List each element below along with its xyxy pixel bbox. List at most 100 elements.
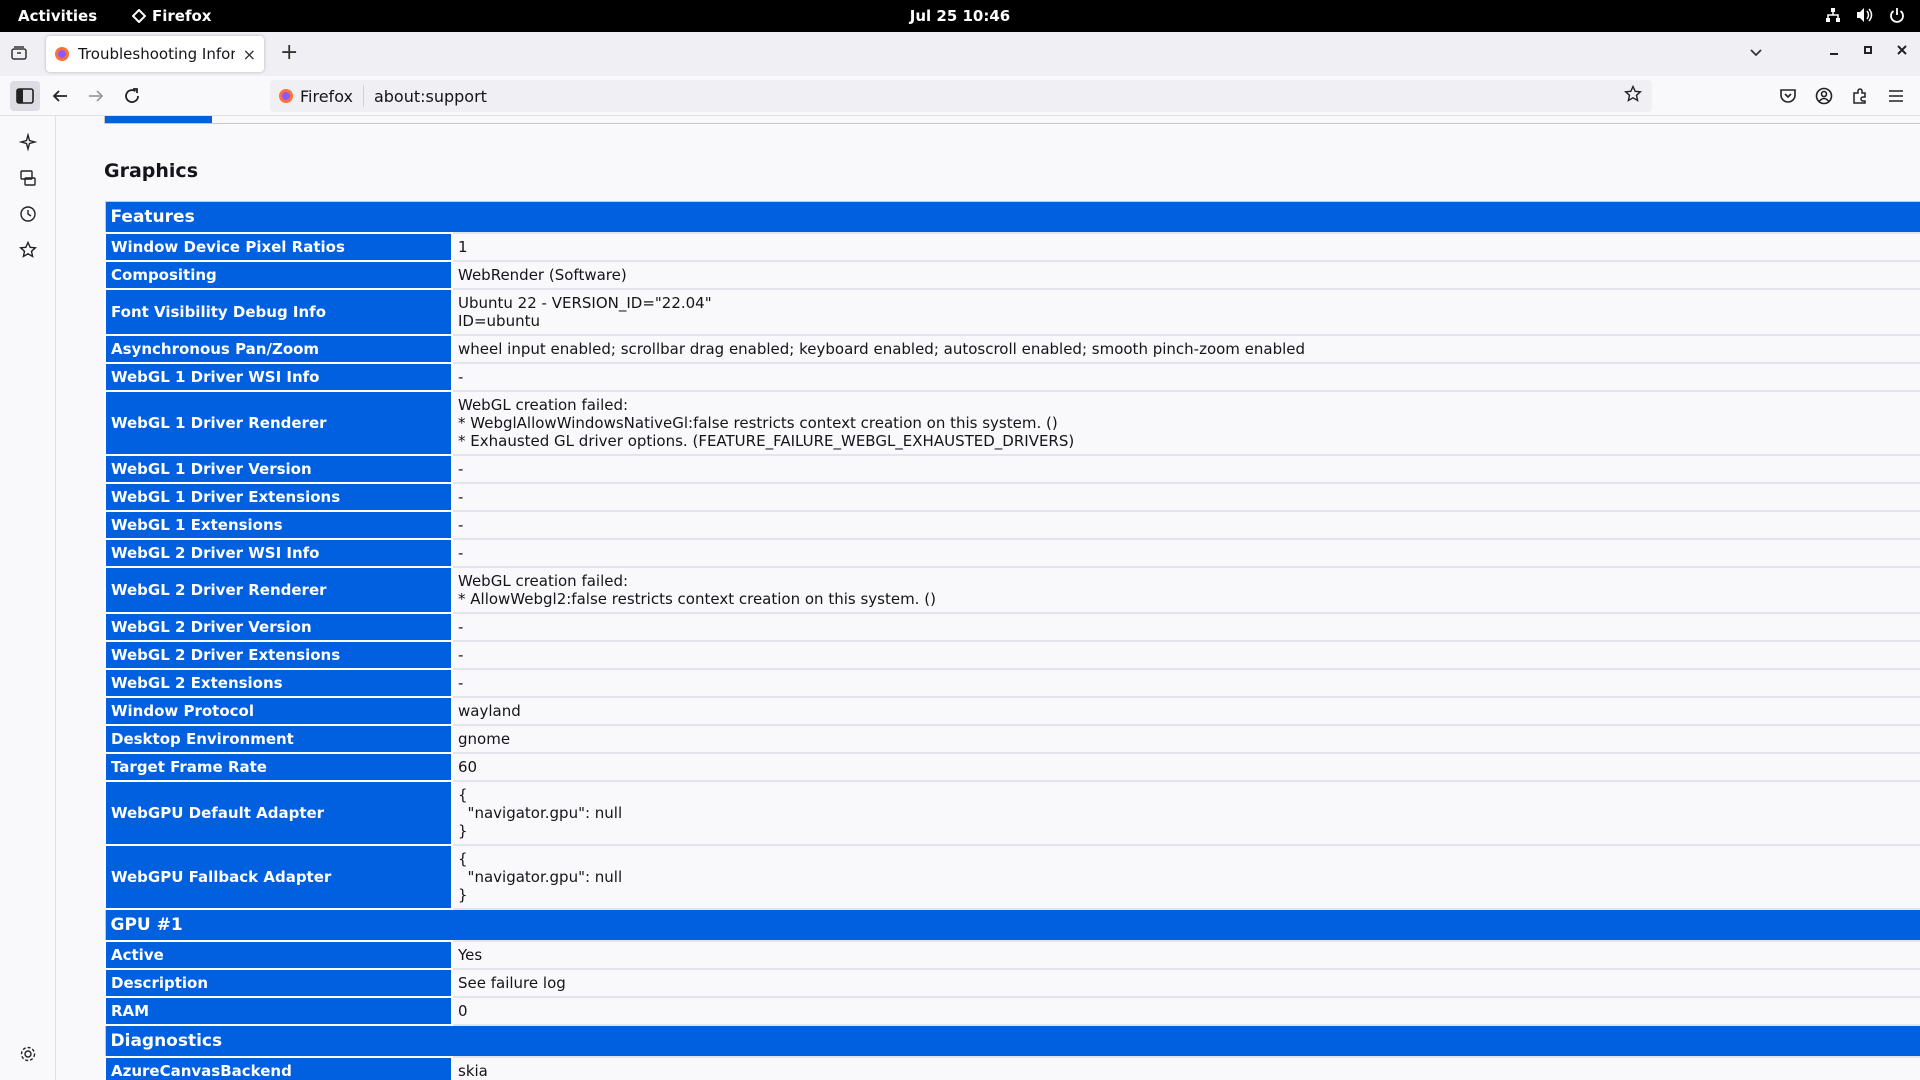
row-value: Ubuntu 22 - VERSION_ID="22.04" ID=ubuntu (451, 288, 1920, 336)
row-key: WebGL 2 Driver Extensions (104, 640, 453, 670)
row-key: Compositing (104, 260, 453, 290)
firefox-logo-icon (55, 47, 69, 61)
table-row: Window Protocol wayland (104, 696, 1920, 726)
row-value: - (451, 510, 1920, 540)
row-value: WebRender (Software) (451, 260, 1920, 290)
row-value: wheel input enabled; scrollbar drag enab… (451, 334, 1920, 364)
pocket-icon[interactable] (1776, 84, 1800, 108)
table-row: WebGL 1 Driver Extensions - (104, 482, 1920, 512)
gpu-header: GPU #1 (104, 908, 1920, 942)
row-key: Description (104, 968, 453, 998)
hamburger-menu-icon[interactable] (1884, 84, 1908, 108)
clock[interactable]: Jul 25 10:46 (910, 7, 1010, 25)
gpu-header-row: GPU #1 (104, 908, 1920, 942)
diagnostics-header: Diagnostics (104, 1024, 1920, 1058)
firefox-view-icon[interactable] (10, 44, 30, 64)
account-icon[interactable] (1812, 84, 1836, 108)
network-icon[interactable] (1824, 6, 1842, 24)
row-value: Yes (451, 940, 1920, 970)
table-row: WebGPU Default Adapter{ "navigator.gpu":… (104, 780, 1920, 846)
back-arrow-icon[interactable] (48, 84, 72, 108)
table-row: WebGL 2 Driver Renderer WebGL creation fa… (104, 566, 1920, 614)
tab-troubleshooting[interactable]: Troubleshooting Inform × (46, 36, 264, 72)
table-row: Desktop Environment gnome (104, 724, 1920, 754)
row-key: WebGL 1 Driver Version (104, 454, 453, 484)
row-key: WebGL 2 Driver Version (104, 612, 453, 642)
table-row: Asynchronous Pan/Zoom wheel input enabled… (104, 334, 1920, 364)
app-menu[interactable]: Firefox (132, 7, 211, 25)
table-row: Active Yes (104, 940, 1920, 970)
table-row: WebGL 1 Driver Version - (104, 454, 1920, 484)
diagnostics-header-row: Diagnostics (104, 1024, 1920, 1058)
page-content: Graphics Features Window Device Pixel Ra… (57, 116, 1920, 1080)
row-key: WebGPU Default Adapter (104, 780, 453, 846)
row-value: - (451, 612, 1920, 642)
extensions-puzzle-icon[interactable] (1848, 84, 1872, 108)
row-key: Window Device Pixel Ratios (104, 232, 453, 262)
row-key: WebGL 1 Driver WSI Info (104, 362, 453, 392)
row-key: WebGL 1 Extensions (104, 510, 453, 540)
row-value: - (451, 482, 1920, 512)
row-value: wayland (451, 696, 1920, 726)
url-input[interactable]: about:support (364, 87, 1624, 106)
tab-strip: Troubleshooting Inform × + (0, 32, 1920, 76)
identity-box[interactable]: Firefox (270, 85, 364, 107)
power-icon[interactable] (1888, 6, 1906, 24)
sidebar (0, 116, 56, 1080)
table-row: WebGL 2 Extensions - (104, 668, 1920, 698)
url-bar[interactable]: Firefox about:support (270, 80, 1652, 112)
volume-icon[interactable] (1856, 6, 1874, 24)
row-key: Target Frame Rate (104, 752, 453, 782)
identity-label: Firefox (300, 86, 353, 106)
settings-gear-icon[interactable] (18, 1044, 38, 1064)
row-value: See failure log (451, 968, 1920, 998)
table-row: WebGL 2 Driver Extensions - (104, 640, 1920, 670)
features-header-row: Features (104, 201, 1920, 234)
reload-icon[interactable] (120, 84, 144, 108)
graphics-table-body: Features Window Device Pixel Ratios 1 Comp… (104, 201, 1920, 1080)
close-window-icon[interactable] (1896, 42, 1908, 60)
row-key: WebGL 2 Driver WSI Info (104, 538, 453, 568)
new-tab-button[interactable]: + (280, 42, 298, 64)
sidebar-toggle-icon[interactable] (10, 81, 40, 111)
row-key: Active (104, 940, 453, 970)
row-value: - (451, 538, 1920, 568)
section-title-graphics: Graphics (104, 160, 198, 182)
table-row: AzureCanvasBackend skia (104, 1056, 1920, 1080)
table-row: Font Visibility Debug Info Ubuntu 22 - VE… (104, 288, 1920, 336)
tab-title: Troubleshooting Inform (78, 45, 235, 63)
minimize-icon[interactable] (1828, 42, 1840, 60)
navigation-toolbar: Firefox about:support (0, 76, 1920, 116)
synced-tabs-icon[interactable] (18, 168, 38, 188)
system-tray[interactable] (1824, 6, 1906, 24)
app-menu-label: Firefox (152, 7, 212, 25)
table-row: WebGPU Fallback Adapter{ "navigator.gpu"… (104, 844, 1920, 910)
features-header: Features (104, 201, 1920, 234)
history-icon[interactable] (18, 204, 38, 224)
row-value: WebGL creation failed: * AllowWebgl2:fal… (451, 566, 1920, 614)
activities-button[interactable]: Activities (18, 7, 97, 25)
row-value: 60 (451, 752, 1920, 782)
row-value: - (451, 454, 1920, 484)
row-key: WebGL 1 Driver Extensions (104, 482, 453, 512)
list-all-tabs-chevron-down-icon[interactable] (1748, 44, 1764, 64)
row-key: WebGL 1 Driver Renderer (104, 390, 453, 456)
forward-arrow-icon[interactable] (84, 84, 108, 108)
table-row: RAM 0 (104, 996, 1920, 1026)
row-key: WebGL 2 Extensions (104, 668, 453, 698)
row-value: 0 (451, 996, 1920, 1026)
row-value: - (451, 668, 1920, 698)
table-row: Compositing WebRender (Software) (104, 260, 1920, 290)
table-row: WebGL 1 Driver Renderer WebGL creation fa… (104, 390, 1920, 456)
row-value: - (451, 362, 1920, 392)
row-value: skia (451, 1056, 1920, 1080)
bookmarks-star-icon[interactable] (18, 240, 38, 260)
row-key: WebGPU Fallback Adapter (104, 844, 453, 910)
tab-close-icon[interactable]: × (243, 45, 256, 64)
table-row: Window Device Pixel Ratios 1 (104, 232, 1920, 262)
table-row: Target Frame Rate 60 (104, 752, 1920, 782)
system-top-bar: Activities Firefox Jul 25 10:46 (0, 0, 1920, 32)
ai-sparkle-icon[interactable] (18, 132, 38, 152)
maximize-icon[interactable] (1862, 42, 1874, 60)
bookmark-star-icon[interactable] (1623, 84, 1643, 107)
